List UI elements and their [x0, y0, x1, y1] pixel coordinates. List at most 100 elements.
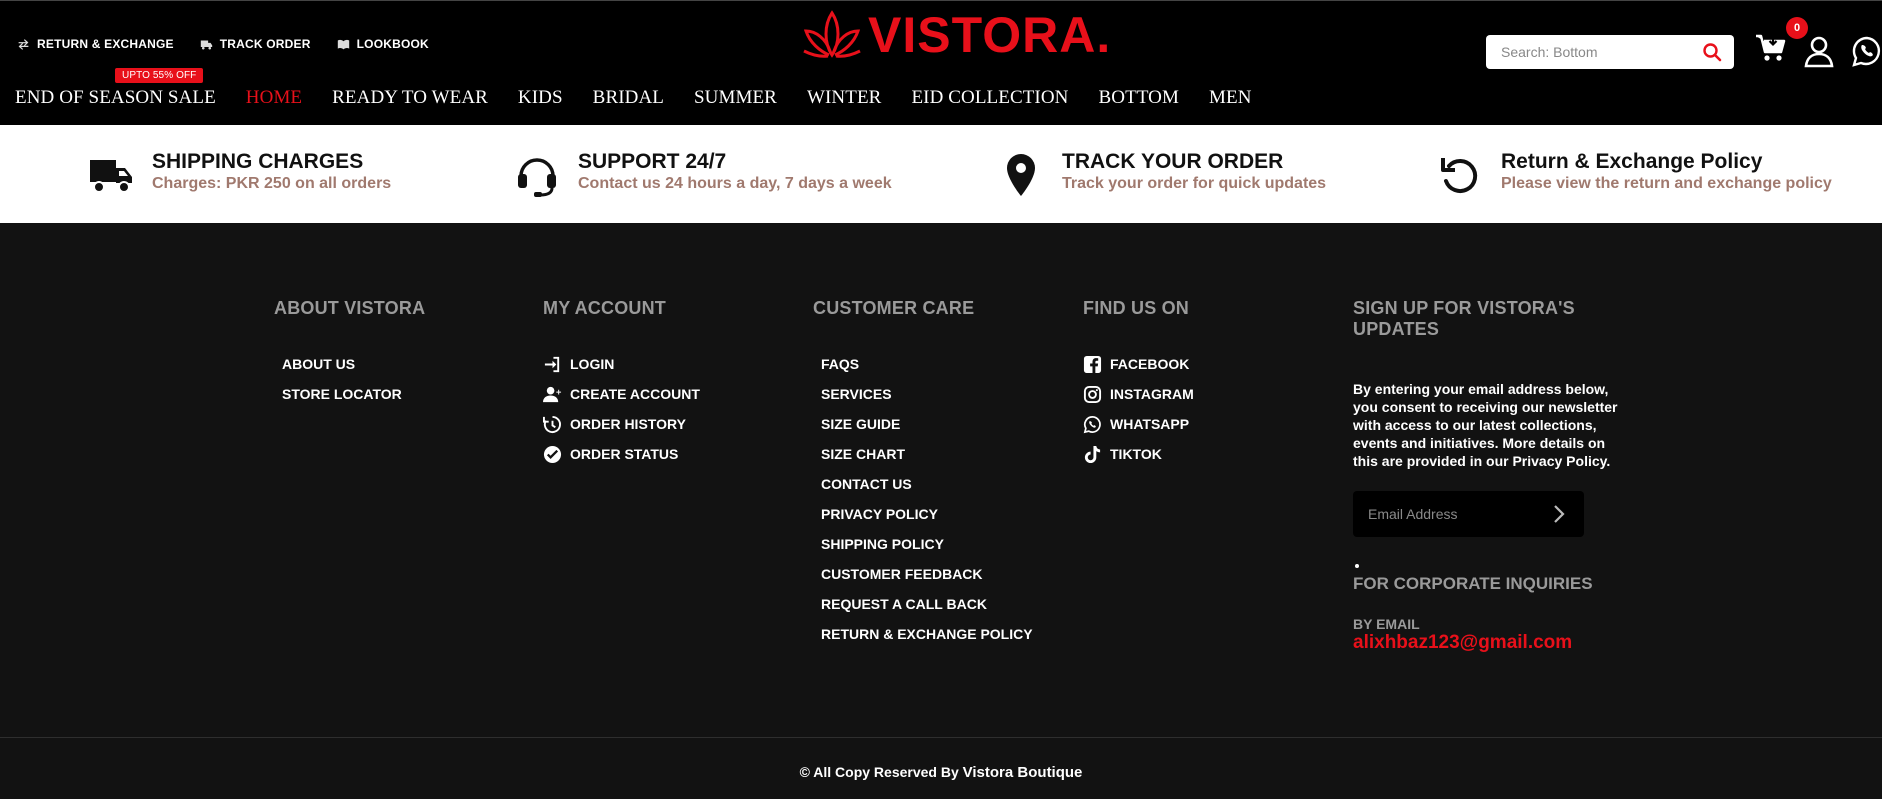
nav-summer[interactable]: SUMMER: [694, 87, 777, 109]
search-bar: [1486, 35, 1734, 69]
whatsapp-icon: [1083, 415, 1101, 433]
footer-care-column: CUSTOMER CARE FAQS SERVICES SIZE GUIDE S…: [813, 298, 1033, 649]
footer-link-size-chart[interactable]: SIZE CHART: [813, 439, 1033, 469]
footer-link-return-exchange-policy[interactable]: RETURN & EXCHANGE POLICY: [813, 619, 1033, 649]
location-pin-icon: [1007, 154, 1035, 196]
nav-bottom[interactable]: BOTTOM: [1099, 87, 1179, 109]
corporate-email-link[interactable]: alixhbaz123@gmail.com: [1353, 632, 1572, 653]
headset-icon: [518, 158, 556, 197]
footer-link-contact-us[interactable]: CONTACT US: [813, 469, 1033, 499]
feature-subtitle: Charges: PKR 250 on all orders: [152, 175, 392, 192]
lookbook-label: LOOKBOOK: [356, 37, 429, 51]
track-order-label: TRACK ORDER: [219, 37, 311, 51]
footer-link-tiktok[interactable]: TIKTOK: [1083, 439, 1194, 469]
track-order-link[interactable]: TRACK ORDER: [200, 37, 311, 51]
feature-title: SHIPPING CHARGES: [152, 150, 364, 173]
user-account-icon[interactable]: [1802, 34, 1836, 68]
copyright-bar: © All Copy Reserved By Vistora Boutique: [0, 737, 1882, 799]
feature-subtitle: Contact us 24 hours a day, 7 days a week: [578, 175, 892, 192]
cart-button[interactable]: 0: [1754, 17, 1808, 70]
chevron-right-icon[interactable]: [1548, 503, 1570, 525]
footer-link-login[interactable]: LOGIN: [543, 349, 700, 379]
bullet-dot: [1355, 564, 1359, 568]
search-icon[interactable]: [1702, 42, 1722, 62]
link-label: INSTAGRAM: [1110, 386, 1194, 402]
whatsapp-icon[interactable]: [1850, 34, 1882, 68]
truck-icon: [90, 160, 132, 193]
footer-signup-column: SIGN UP FOR VISTORA'S UPDATES By enterin…: [1353, 298, 1643, 654]
footer-link-faqs[interactable]: FAQS: [813, 349, 1033, 379]
truck-icon: [200, 39, 212, 49]
link-label: WHATSAPP: [1110, 416, 1190, 432]
footer-link-about-us[interactable]: ABOUT US: [274, 349, 425, 379]
logo-text: VISTORA.: [868, 7, 1112, 63]
footer-link-instagram[interactable]: INSTAGRAM: [1083, 379, 1194, 409]
footer-link-shipping-policy[interactable]: SHIPPING POLICY: [813, 529, 1033, 559]
check-circle-icon: [543, 445, 562, 463]
footer-link-order-status[interactable]: ORDER STATUS: [543, 439, 700, 469]
facebook-icon: [1083, 355, 1102, 373]
copyright-prefix: © All Copy Reserved By: [799, 764, 959, 780]
sale-badge: UPTO 55% OFF: [115, 68, 204, 83]
footer-heading: SIGN UP FOR VISTORA'S UPDATES: [1353, 298, 1575, 339]
footer-about-column: ABOUT VISTORA ABOUT US STORE LOCATOR: [274, 298, 425, 409]
main-nav: END OF SEASON SALE UPTO 55% OFF HOME REA…: [15, 68, 1252, 109]
footer-link-size-guide[interactable]: SIZE GUIDE: [813, 409, 1033, 439]
nav-bridal[interactable]: BRIDAL: [593, 87, 664, 109]
link-label: LOGIN: [570, 356, 615, 372]
newsletter-form: [1353, 491, 1584, 537]
return-exchange-link[interactable]: RETURN & EXCHANGE: [17, 37, 174, 51]
feature-title: Return & Exchange Policy: [1501, 150, 1763, 173]
lotus-logo-icon: [803, 10, 861, 58]
link-label: ORDER STATUS: [570, 446, 679, 462]
utility-links: RETURN & EXCHANGE TRACK ORDER LOOKBOOK: [17, 37, 429, 51]
add-user-icon: [543, 386, 562, 402]
lookbook-link[interactable]: LOOKBOOK: [337, 37, 429, 51]
return-exchange-label: RETURN & EXCHANGE: [37, 37, 174, 51]
footer-link-customer-feedback[interactable]: CUSTOMER FEEDBACK: [813, 559, 1033, 589]
return-arrow-icon: [1441, 158, 1478, 194]
nav-label: END OF SEASON SALE: [15, 87, 216, 108]
feature-title: TRACK YOUR ORDER: [1062, 150, 1284, 173]
link-label: ORDER HISTORY: [570, 416, 686, 432]
features-strip: SHIPPING CHARGES Charges: PKR 250 on all…: [0, 125, 1882, 223]
footer-link-order-history[interactable]: ORDER HISTORY: [543, 409, 700, 439]
nav-kids[interactable]: KIDS: [518, 87, 563, 109]
nav-ready-to-wear[interactable]: READY TO WEAR: [332, 87, 488, 109]
site-header: RETURN & EXCHANGE TRACK ORDER LOOKBOOK V…: [0, 0, 1882, 125]
instagram-icon: [1083, 385, 1102, 403]
login-icon: [544, 356, 560, 372]
header-icons: 0: [1754, 17, 1882, 70]
link-label: CREATE ACCOUNT: [570, 386, 700, 402]
cart-icon: [1756, 34, 1786, 61]
footer-link-facebook[interactable]: FACEBOOK: [1083, 349, 1194, 379]
footer-link-create-account[interactable]: CREATE ACCOUNT: [543, 379, 700, 409]
feature-track: TRACK YOUR ORDER Track your order for qu…: [998, 149, 1326, 198]
nav-eid-collection[interactable]: EID COLLECTION: [911, 87, 1068, 109]
footer-link-whatsapp[interactable]: WHATSAPP: [1083, 409, 1194, 439]
search-input[interactable]: [1486, 35, 1686, 69]
exchange-icon: [18, 38, 29, 50]
link-label: TIKTOK: [1110, 446, 1162, 462]
book-icon: [337, 39, 349, 49]
corporate-heading: FOR CORPORATE INQUIRIES: [1353, 574, 1593, 593]
nav-home[interactable]: HOME: [246, 87, 302, 109]
nav-winter[interactable]: WINTER: [807, 87, 881, 109]
nav-men[interactable]: MEN: [1209, 87, 1252, 109]
feature-shipping: SHIPPING CHARGES Charges: PKR 250 on all…: [88, 149, 391, 198]
footer-heading: CUSTOMER CARE: [813, 298, 975, 318]
feature-subtitle: Please view the return and exchange poli…: [1501, 175, 1832, 192]
site-logo[interactable]: VISTORA.: [802, 9, 1111, 61]
footer-link-store-locator[interactable]: STORE LOCATOR: [274, 379, 425, 409]
feature-title: SUPPORT 24/7: [578, 150, 727, 173]
footer-link-request-call-back[interactable]: REQUEST A CALL BACK: [813, 589, 1033, 619]
footer-heading: FIND US ON: [1083, 298, 1190, 318]
feature-subtitle: Track your order for quick updates: [1062, 175, 1327, 192]
footer-link-services[interactable]: SERVICES: [813, 379, 1033, 409]
copyright-text: © All Copy Reserved By Vistora Boutique: [0, 764, 1882, 781]
footer-link-privacy-policy[interactable]: PRIVACY POLICY: [813, 499, 1033, 529]
copyright-brand: Vistora Boutique: [962, 764, 1083, 781]
nav-end-of-season-sale[interactable]: END OF SEASON SALE UPTO 55% OFF: [15, 68, 216, 109]
footer-find-column: FIND US ON FACEBOOK INSTAGRAM WHATSAPP T…: [1083, 298, 1194, 469]
email-field[interactable]: [1353, 491, 1543, 537]
